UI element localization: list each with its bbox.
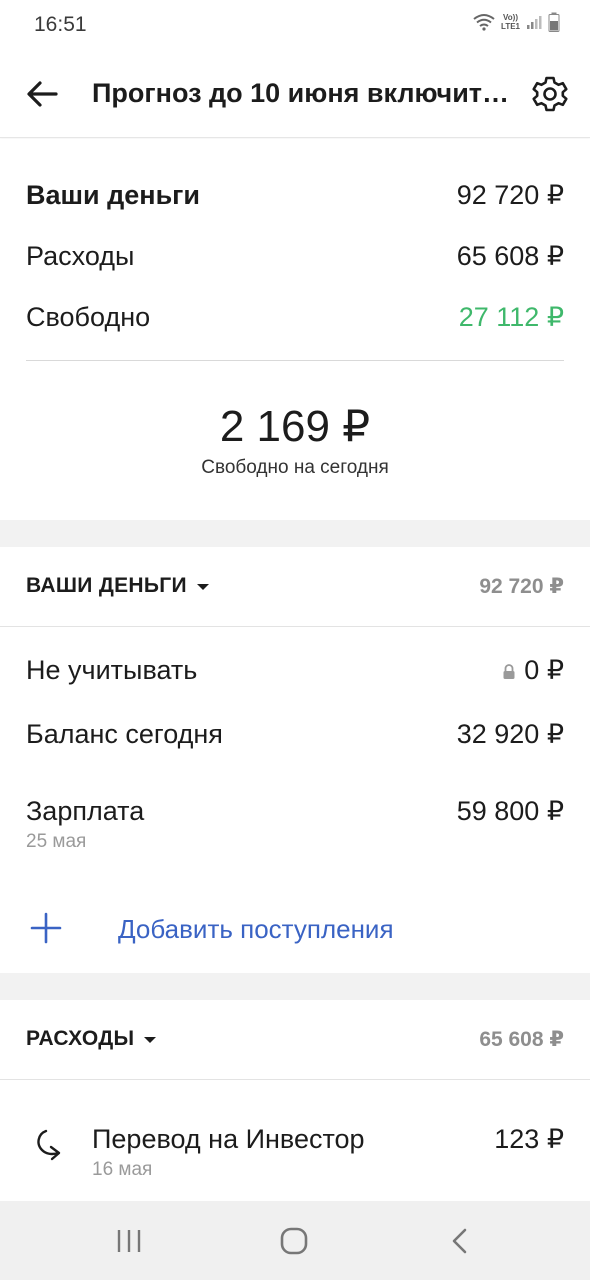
transfer-icon [37, 1129, 61, 1161]
system-nav-bar [0, 1201, 590, 1280]
section-gap [0, 520, 590, 547]
page-title: Прогноз до 10 июня включительно [92, 78, 512, 108]
summary-row-expenses: Расходы 65 608 ₽ [26, 241, 564, 272]
money-section-total: 92 720 ₽ [479, 575, 564, 598]
money-section-title[interactable]: ВАШИ ДЕНЬГИ [26, 574, 209, 598]
network-type: Vo)) LTE1 [501, 13, 520, 31]
summary-card: Ваши деньги 92 720 ₽ Расходы 65 608 ₽ Св… [0, 139, 590, 520]
summary-row-money: Ваши деньги 92 720 ₽ [26, 180, 564, 211]
list-item-value: 32 920 ₽ [456, 719, 564, 749]
summary-row-free: Свободно 27 112 ₽ [26, 302, 564, 333]
battery-icon [548, 12, 560, 32]
back-button[interactable] [22, 74, 62, 114]
free-today-caption: Свободно на сегодня [201, 457, 389, 478]
summary-expenses-label: Расходы [26, 241, 135, 271]
add-income-button[interactable]: Добавить поступления [26, 908, 564, 952]
list-item-label: Зарплата [26, 796, 145, 826]
plus-icon [30, 912, 62, 944]
list-item-label: Не учитывать [26, 655, 198, 685]
expenses-section-header[interactable]: РАСХОДЫ 65 608 ₽ [0, 1000, 590, 1080]
list-item-label: Баланс сегодня [26, 719, 223, 749]
section-gap [0, 973, 590, 1000]
summary-money-value: 92 720 ₽ [456, 180, 564, 210]
list-item-value: 123 ₽ [494, 1124, 564, 1154]
expenses-section-title[interactable]: РАСХОДЫ [26, 1027, 157, 1051]
caret-down-icon [196, 584, 209, 590]
list-item[interactable]: Баланс сегодня 32 920 ₽ [26, 719, 564, 750]
add-income-label: Добавить поступления [118, 914, 394, 944]
money-section-header[interactable]: ВАШИ ДЕНЬГИ 92 720 ₽ [0, 547, 590, 627]
gear-icon [532, 76, 568, 112]
status-bar: 16:51 Vo)) LTE1 [0, 0, 590, 50]
expenses-section-total: 65 608 ₽ [479, 1028, 564, 1051]
recent-apps-icon[interactable] [116, 1229, 142, 1253]
list-item-date: 25 мая [26, 831, 87, 852]
list-item-value: 0 ₽ [502, 655, 564, 686]
list-item[interactable]: Не учитывать 0 ₽ [26, 655, 564, 686]
lock-icon [503, 663, 515, 679]
list-item[interactable]: Зарплата 25 мая 59 800 ₽ [26, 796, 564, 853]
status-time: 16:51 [34, 13, 87, 36]
caret-down-icon [144, 1037, 157, 1043]
settings-button[interactable] [530, 74, 570, 114]
wifi-icon [473, 14, 495, 31]
summary-divider [26, 360, 564, 361]
app-bar: Прогноз до 10 июня включительно [0, 50, 590, 138]
list-item-label: Перевод на Инвестор [92, 1124, 365, 1154]
summary-expenses-value: 65 608 ₽ [456, 241, 564, 271]
summary-free-label: Свободно [26, 302, 151, 332]
list-item-date: 16 мая [92, 1159, 153, 1180]
arrow-left-icon [27, 81, 58, 107]
summary-free-value: 27 112 ₽ [458, 302, 564, 332]
home-icon[interactable] [280, 1227, 308, 1255]
list-item[interactable]: Перевод на Инвестор 16 мая 123 ₽ [26, 1124, 564, 1186]
free-today-amount: 2 169 ₽ [219, 402, 371, 451]
status-icons: Vo)) LTE1 [473, 12, 560, 32]
signal-icon [527, 16, 542, 29]
list-item-value: 59 800 ₽ [456, 796, 564, 826]
back-nav-icon[interactable] [450, 1228, 468, 1254]
summary-money-label: Ваши деньги [26, 180, 201, 210]
